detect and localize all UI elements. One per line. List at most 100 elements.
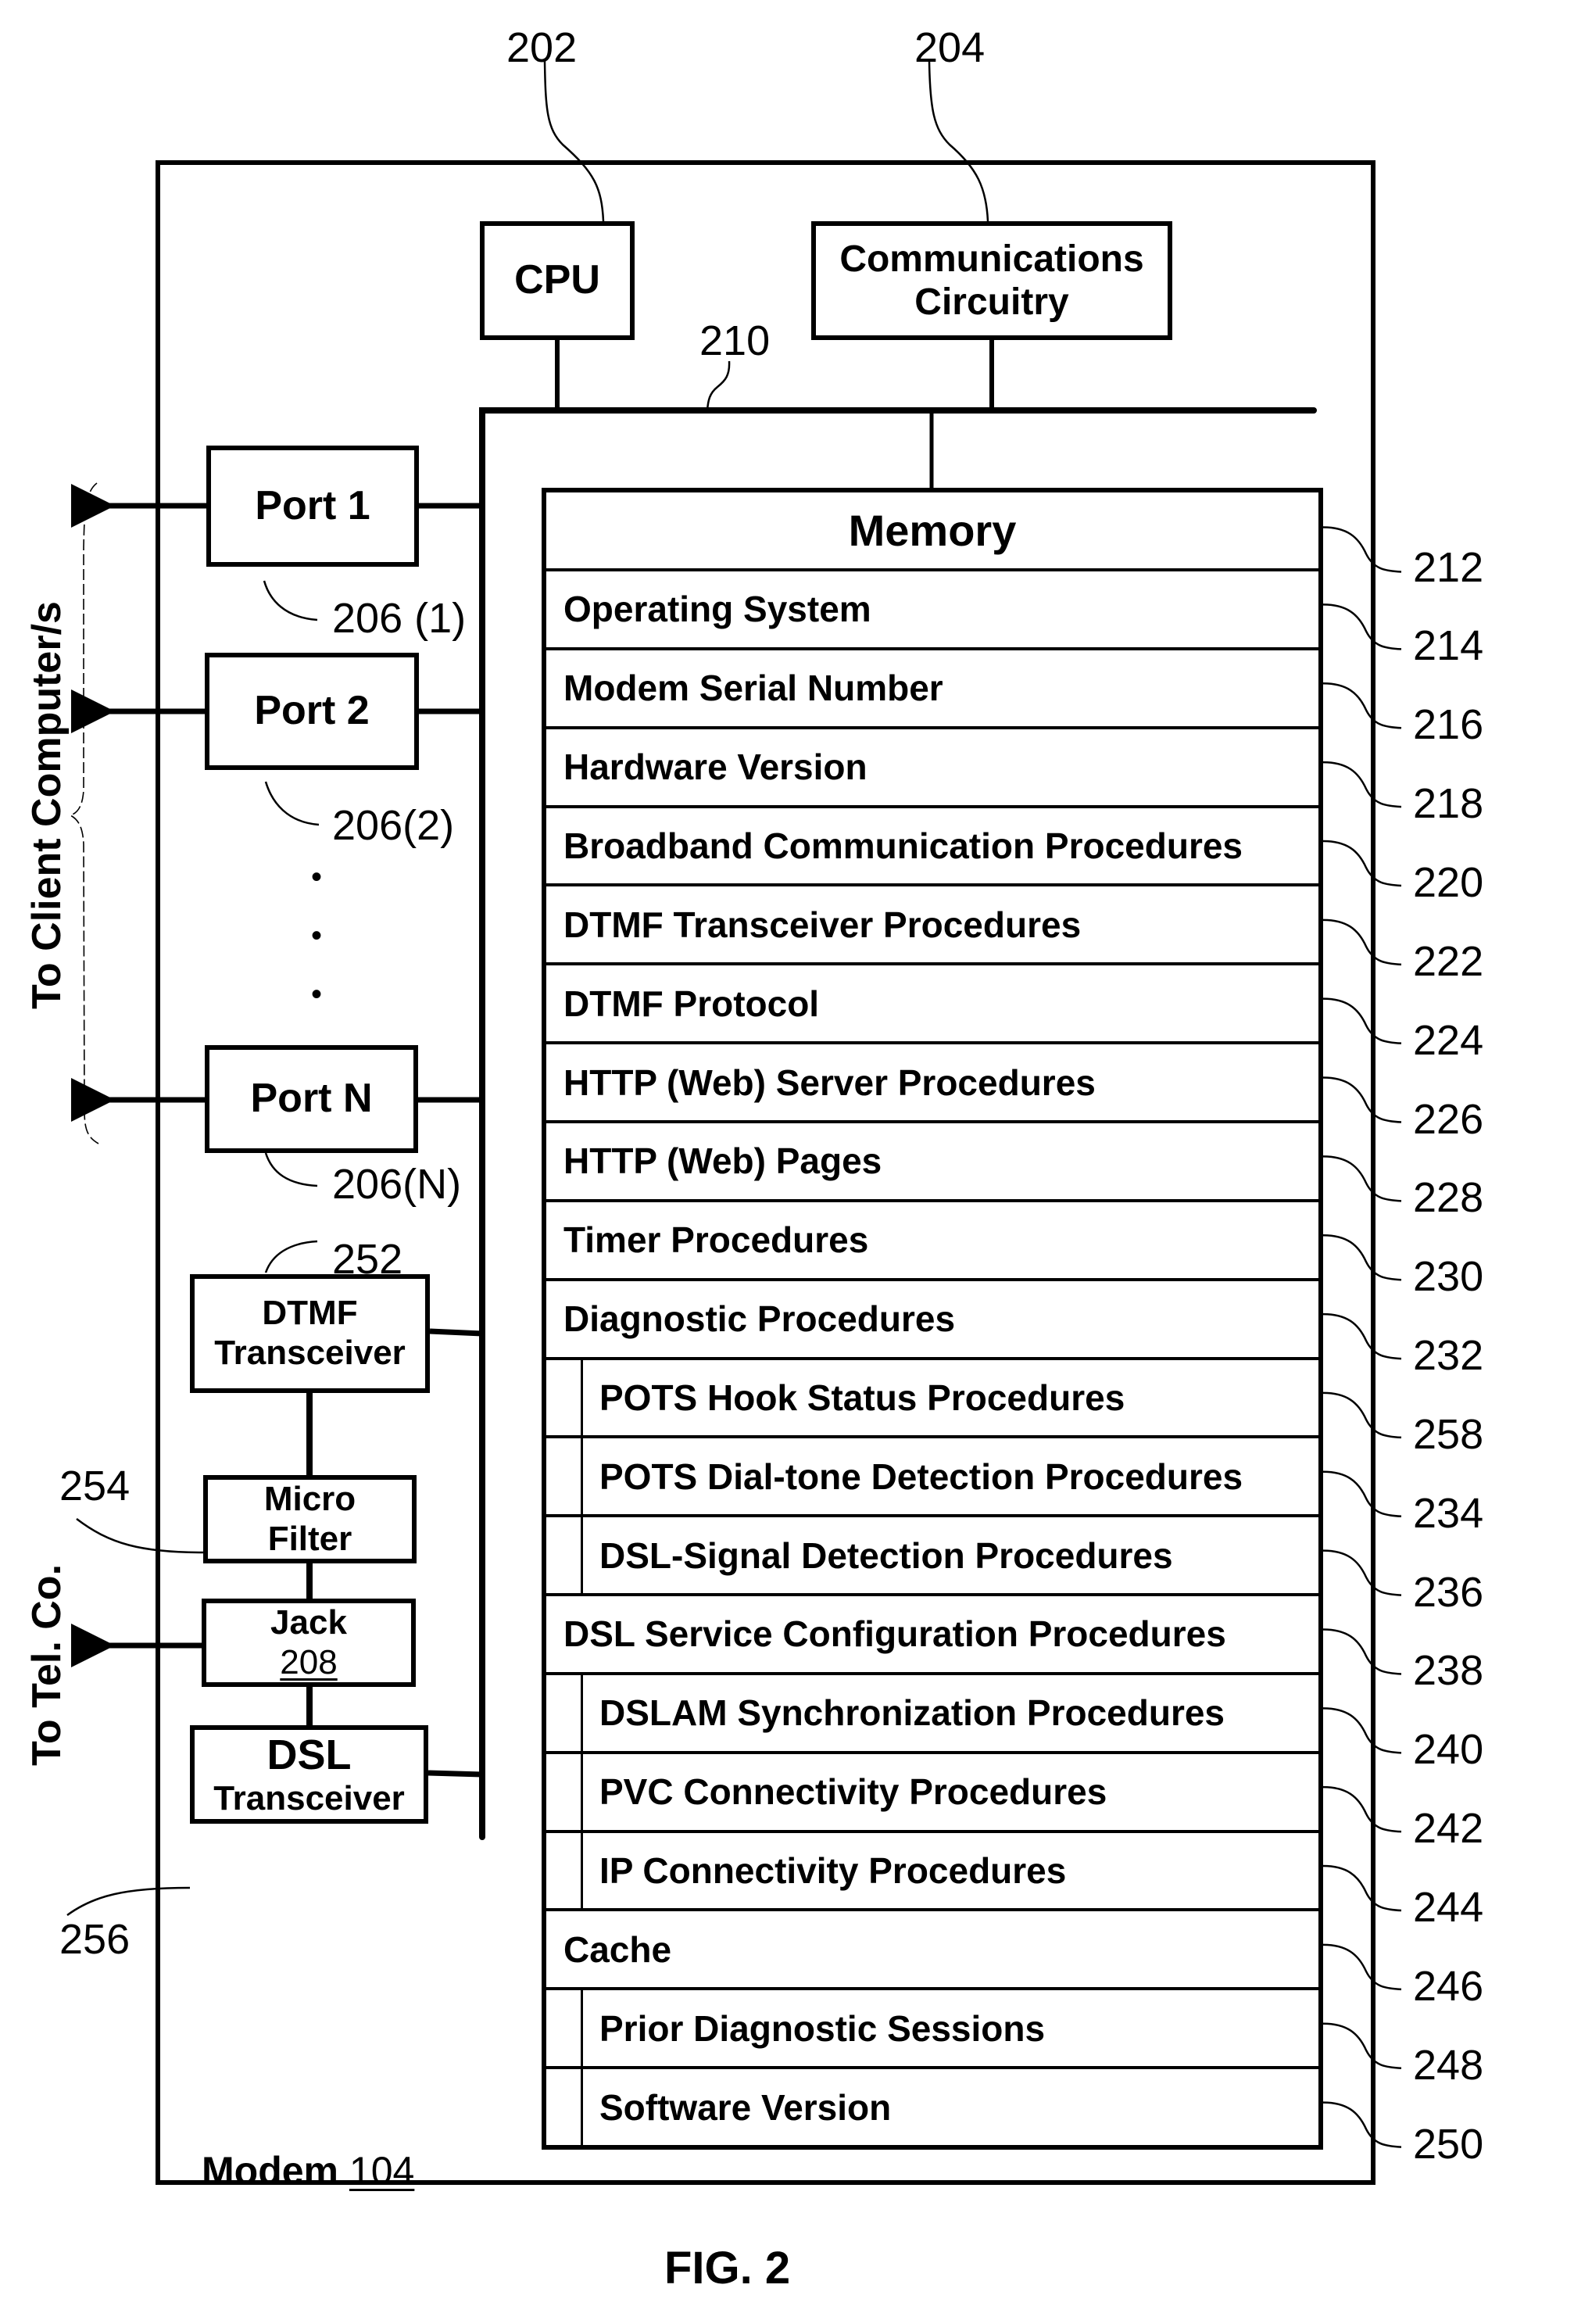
to-client-computers-label: To Client Computer/s xyxy=(24,601,70,1009)
ellipsis-dot: • xyxy=(310,918,322,953)
microfilter-ref: 254 xyxy=(59,1463,131,1509)
memory-row: HTTP (Web) Server Procedures xyxy=(546,1041,1318,1120)
comm-label-line2: Circuitry xyxy=(914,281,1069,323)
memory-row: DSLAM Synchronization Procedures xyxy=(546,1671,1318,1751)
memory-row-leader xyxy=(1322,603,1402,650)
jack-box: Jack 208 xyxy=(202,1599,416,1687)
dsl-label-line2: Transceiver xyxy=(213,1778,405,1817)
memory-row-ref: 224 xyxy=(1413,1016,1484,1064)
port-2-ref: 206(2) xyxy=(332,802,455,849)
memory-row: Broadband Communication Procedures xyxy=(546,804,1318,884)
memory-row-ref: 236 xyxy=(1413,1568,1484,1616)
memory-row-leader xyxy=(1322,918,1402,966)
comm-ref: 204 xyxy=(914,24,986,71)
memory-row-leader xyxy=(1322,1076,1402,1123)
memory-row-label: Broadband Communication Procedures xyxy=(563,825,1243,866)
memory-row: Modem Serial Number xyxy=(546,646,1318,726)
dtmf-ref: 252 xyxy=(332,1236,403,1283)
memory-row-ref: 232 xyxy=(1413,1332,1484,1380)
microfilter-label-line2: Filter xyxy=(267,1519,352,1558)
memory-row-label: Cache xyxy=(563,1928,672,1970)
memory-row-label: DSL-Signal Detection Procedures xyxy=(599,1534,1173,1576)
cpu-ref: 202 xyxy=(506,24,578,71)
comm-label-line1: Communications xyxy=(839,238,1144,280)
memory-row-ref: 248 xyxy=(1413,2041,1484,2089)
memory-row: Operating System xyxy=(546,568,1318,647)
port-n-box: Port N xyxy=(205,1045,418,1153)
bus-leader xyxy=(706,360,731,411)
memory-row-ref: 228 xyxy=(1413,1174,1484,1222)
memory-row-ref: 218 xyxy=(1413,780,1484,828)
jack-label: Jack xyxy=(270,1602,347,1642)
client-brace xyxy=(68,482,99,1144)
memory-row-leader xyxy=(1322,997,1402,1044)
memory-row-ref: 226 xyxy=(1413,1095,1484,1143)
memory-row-label: DTMF Transceiver Procedures xyxy=(563,904,1082,945)
port2-leader xyxy=(264,781,320,826)
port-1-ref: 206 (1) xyxy=(332,595,467,642)
memory-row-leader xyxy=(1322,1864,1402,1912)
memory-row: Software Version xyxy=(546,2066,1318,2145)
memory-row-label: PVC Connectivity Procedures xyxy=(599,1771,1107,1813)
memory-title-leader xyxy=(1322,526,1402,573)
cpu-leader xyxy=(543,60,605,222)
memory-row-leader xyxy=(1322,1628,1402,1675)
memory-row-label: HTTP (Web) Pages xyxy=(563,1141,882,1182)
memory-row-ref: 220 xyxy=(1413,858,1484,906)
memory-row-ref: 238 xyxy=(1413,1647,1484,1695)
bus-ref: 210 xyxy=(699,317,771,364)
memory-row-leader xyxy=(1322,761,1402,808)
memory-row-leader xyxy=(1322,1943,1402,1991)
memory-row-ref: 214 xyxy=(1413,622,1484,670)
memory-row-label: Timer Procedures xyxy=(563,1219,869,1261)
port-ellipsis: • • • xyxy=(301,848,332,1024)
memory-row: DSL-Signal Detection Procedures xyxy=(546,1514,1318,1593)
dsl-transceiver-box: DSL Transceiver xyxy=(190,1725,428,1824)
memory-row-label: Software Version xyxy=(599,2086,892,2128)
memory-row-leader xyxy=(1322,1470,1402,1518)
memory-row: Prior Diagnostic Sessions xyxy=(546,1987,1318,2066)
memory-row-ref: 234 xyxy=(1413,1489,1484,1537)
comm-leader xyxy=(928,60,989,222)
memory-row-label: Operating System xyxy=(563,589,871,630)
memory-row: Diagnostic Procedures xyxy=(546,1277,1318,1357)
memory-row-ref: 246 xyxy=(1413,1962,1484,2010)
dtmf-bus-link xyxy=(429,1328,483,1337)
memory-row-leader xyxy=(1322,1234,1402,1281)
memory-row-label: Prior Diagnostic Sessions xyxy=(599,2007,1046,2049)
memory-row-leader xyxy=(1322,1391,1402,1439)
port-n-label: Port N xyxy=(250,1076,373,1122)
port-2-box: Port 2 xyxy=(205,653,419,770)
to-tel-co-label: To Tel. Co. xyxy=(24,1563,70,1767)
port-2-label: Port 2 xyxy=(254,688,370,734)
memory-row-label: POTS Hook Status Procedures xyxy=(599,1377,1125,1418)
memory-row-label: Diagnostic Procedures xyxy=(563,1298,956,1340)
micro-filter-box: Micro Filter xyxy=(203,1475,417,1563)
memory-row: Timer Procedures xyxy=(546,1198,1318,1278)
memory-row-ref: 244 xyxy=(1413,1884,1484,1932)
memory-row-ref: 222 xyxy=(1413,937,1484,985)
memory-row-ref: 258 xyxy=(1413,1410,1484,1458)
memory-row-ref: 250 xyxy=(1413,2120,1484,2168)
memory-row-leader xyxy=(1322,1707,1402,1754)
ellipsis-dot: • xyxy=(310,977,322,1012)
port-n-ref: 206(N) xyxy=(332,1161,462,1208)
memory-row-label: IP Connectivity Procedures xyxy=(599,1850,1067,1892)
dtmf-label-line2: Transceiver xyxy=(214,1334,406,1372)
memory-row-leader xyxy=(1322,1155,1402,1202)
memory-row: PVC Connectivity Procedures xyxy=(546,1750,1318,1830)
memory-row: POTS Dial-tone Detection Procedures xyxy=(546,1435,1318,1515)
memory-row-leader xyxy=(1322,1312,1402,1360)
memory-row-label: DSL Service Configuration Procedures xyxy=(563,1613,1226,1655)
memory-ref: 212 xyxy=(1413,544,1484,591)
modem-ref: 104 xyxy=(349,2149,415,2193)
memory-row-label: HTTP (Web) Server Procedures xyxy=(563,1062,1096,1103)
memory-block: Memory Operating System Modem Serial Numb… xyxy=(542,488,1323,2150)
modem-label: Modem 104 xyxy=(202,2148,414,2193)
dsl-label-line1: DSL xyxy=(267,1731,352,1778)
dsl-bus-link xyxy=(427,1770,483,1778)
port1-leader xyxy=(263,580,318,621)
cpu-label: CPU xyxy=(514,257,600,303)
communications-circuitry-box: Communications Circuitry xyxy=(811,221,1172,340)
memory-row-label: POTS Dial-tone Detection Procedures xyxy=(599,1456,1243,1497)
